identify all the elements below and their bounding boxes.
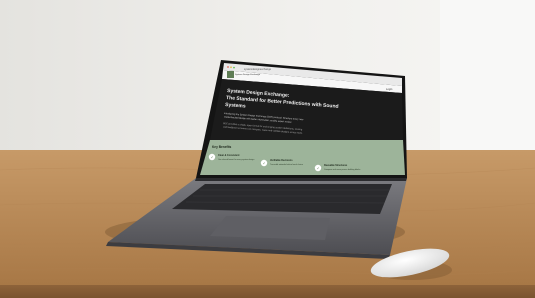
desk-edge xyxy=(0,285,535,298)
window-light xyxy=(440,0,535,170)
benefit-desc: Compose and reuse proven building blocks xyxy=(324,168,360,171)
close-dot-icon[interactable] xyxy=(227,66,229,68)
benefit-title: Reusable Structures xyxy=(324,164,348,167)
scene-svg: systemdesignexchange System Design Excha… xyxy=(0,0,535,298)
benefits-heading: Key Benefits xyxy=(212,145,232,149)
laptop-hinge xyxy=(195,178,407,181)
check-mark-icon: ✓ xyxy=(211,155,214,159)
benefit-desc: Traceable rationale behind each choice xyxy=(270,163,303,166)
minimize-dot-icon[interactable] xyxy=(230,66,232,69)
logo-icon xyxy=(227,71,234,78)
benefit-title: Verifiable Decisions xyxy=(270,159,293,162)
address-bar[interactable]: systemdesignexchange xyxy=(244,67,272,71)
logo-text: System Design Exchange xyxy=(235,73,261,76)
laptop-trackpad xyxy=(210,216,330,240)
laptop-keyboard xyxy=(172,184,392,214)
check-mark-icon: ✓ xyxy=(317,166,320,170)
photo-scene: systemdesignexchange System Design Excha… xyxy=(0,0,535,298)
maximize-dot-icon[interactable] xyxy=(233,66,235,69)
benefit-title: Clear & Consistent xyxy=(218,154,240,157)
check-mark-icon: ✓ xyxy=(263,161,266,165)
benefit-desc: One shared format for every system desig… xyxy=(218,158,254,161)
nav-login-link[interactable]: Login xyxy=(386,87,393,91)
